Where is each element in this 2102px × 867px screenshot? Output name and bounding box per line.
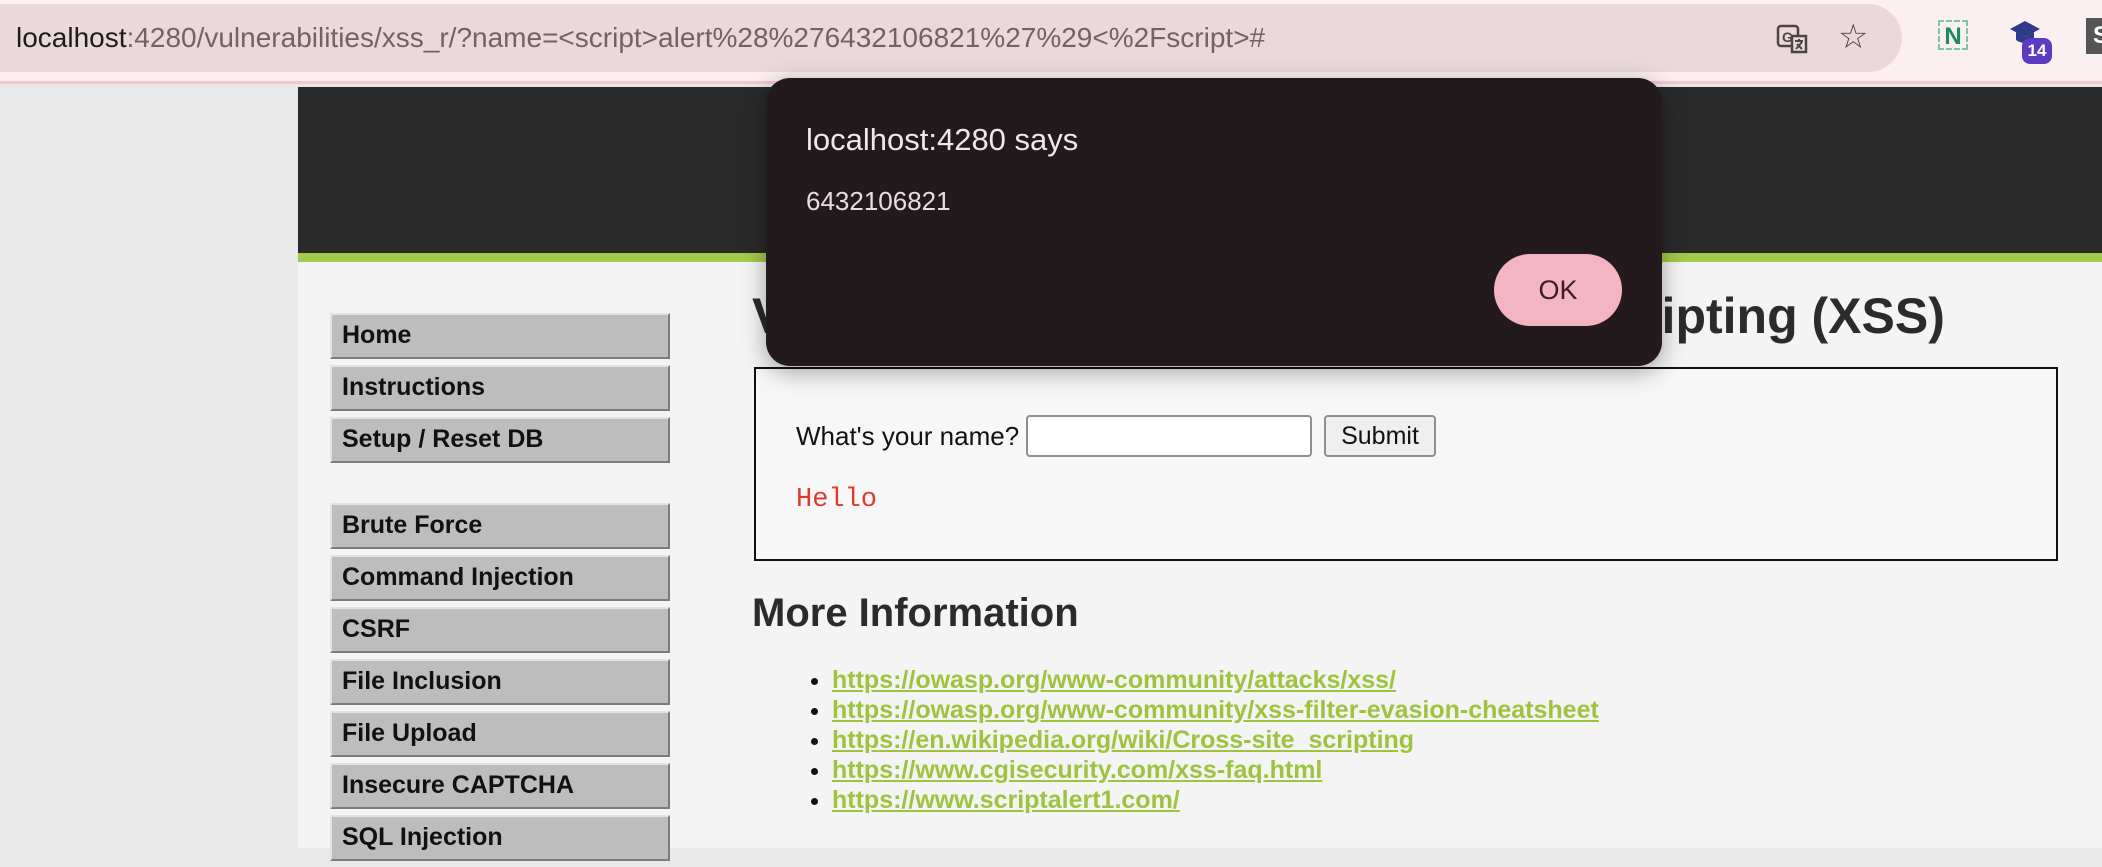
url-host: localhost xyxy=(16,22,127,53)
list-item: https://www.scriptalert1.com/ xyxy=(832,785,1599,815)
extension-badge: 14 xyxy=(2022,38,2052,64)
translate-icon[interactable]: G xyxy=(1776,22,1810,56)
address-bar[interactable]: localhost:4280/vulnerabilities/xss_r/?na… xyxy=(0,4,1902,72)
info-link[interactable]: https://owasp.org/www-community/attacks/… xyxy=(832,666,1396,694)
info-link[interactable]: https://www.scriptalert1.com/ xyxy=(832,786,1180,814)
menu-spacer xyxy=(330,469,670,503)
more-info-links: https://owasp.org/www-community/attacks/… xyxy=(832,665,1599,815)
list-item: https://owasp.org/www-community/xss-filt… xyxy=(832,695,1599,725)
sidebar-item-command-injection[interactable]: Command Injection xyxy=(330,555,670,601)
extension-s-icon[interactable]: S xyxy=(2086,18,2102,54)
alert-dialog: localhost:4280 says 6432106821 OK xyxy=(766,78,1662,366)
menu-group-vulnerabilities: Brute Force Command Injection CSRF File Inc… xyxy=(330,503,670,861)
info-link[interactable]: https://www.cgisecurity.com/xss-faq.html xyxy=(832,756,1322,784)
sidebar-item-instructions[interactable]: Instructions xyxy=(330,365,670,411)
submit-button[interactable]: Submit xyxy=(1324,415,1436,457)
sidebar-menu: Home Instructions Setup / Reset DB Brute F… xyxy=(330,313,670,867)
list-item: https://en.wikipedia.org/wiki/Cross-site… xyxy=(832,725,1599,755)
browser-toolbar: localhost:4280/vulnerabilities/xss_r/?na… xyxy=(0,0,2102,84)
info-link[interactable]: https://owasp.org/www-community/xss-filt… xyxy=(832,696,1599,724)
name-input[interactable] xyxy=(1026,415,1312,457)
sidebar-item-insecure-captcha[interactable]: Insecure CAPTCHA xyxy=(330,763,670,809)
sidebar-item-file-inclusion[interactable]: File Inclusion xyxy=(330,659,670,705)
sidebar-item-setup-reset-db[interactable]: Setup / Reset DB xyxy=(330,417,670,463)
info-link[interactable]: https://en.wikipedia.org/wiki/Cross-site… xyxy=(832,726,1414,754)
sidebar-item-home[interactable]: Home xyxy=(330,313,670,359)
sidebar-item-file-upload[interactable]: File Upload xyxy=(330,711,670,757)
more-info-heading: More Information xyxy=(752,591,1079,635)
extension-n-icon[interactable]: N xyxy=(1938,20,1968,50)
sidebar-item-brute-force[interactable]: Brute Force xyxy=(330,503,670,549)
name-label: What's your name? xyxy=(796,421,1020,451)
sidebar-item-sql-injection[interactable]: SQL Injection xyxy=(330,815,670,861)
list-item: https://owasp.org/www-community/attacks/… xyxy=(832,665,1599,695)
menu-group-main: Home Instructions Setup / Reset DB xyxy=(330,313,670,463)
vulnerable-code-area: What's your name? Submit Hello xyxy=(754,367,2058,561)
list-item: https://www.cgisecurity.com/xss-faq.html xyxy=(832,755,1599,785)
sidebar-item-csrf[interactable]: CSRF xyxy=(330,607,670,653)
url-path: :4280/vulnerabilities/xss_r/?name=<scrip… xyxy=(126,22,1266,53)
bookmark-star-icon[interactable]: ☆ xyxy=(1838,20,1872,54)
output-text: Hello xyxy=(796,485,878,515)
alert-title: localhost:4280 says xyxy=(806,122,1079,157)
alert-message: 6432106821 xyxy=(806,186,951,216)
alert-ok-button[interactable]: OK xyxy=(1494,254,1622,326)
url-text[interactable]: localhost:4280/vulnerabilities/xss_r/?na… xyxy=(16,22,1265,54)
